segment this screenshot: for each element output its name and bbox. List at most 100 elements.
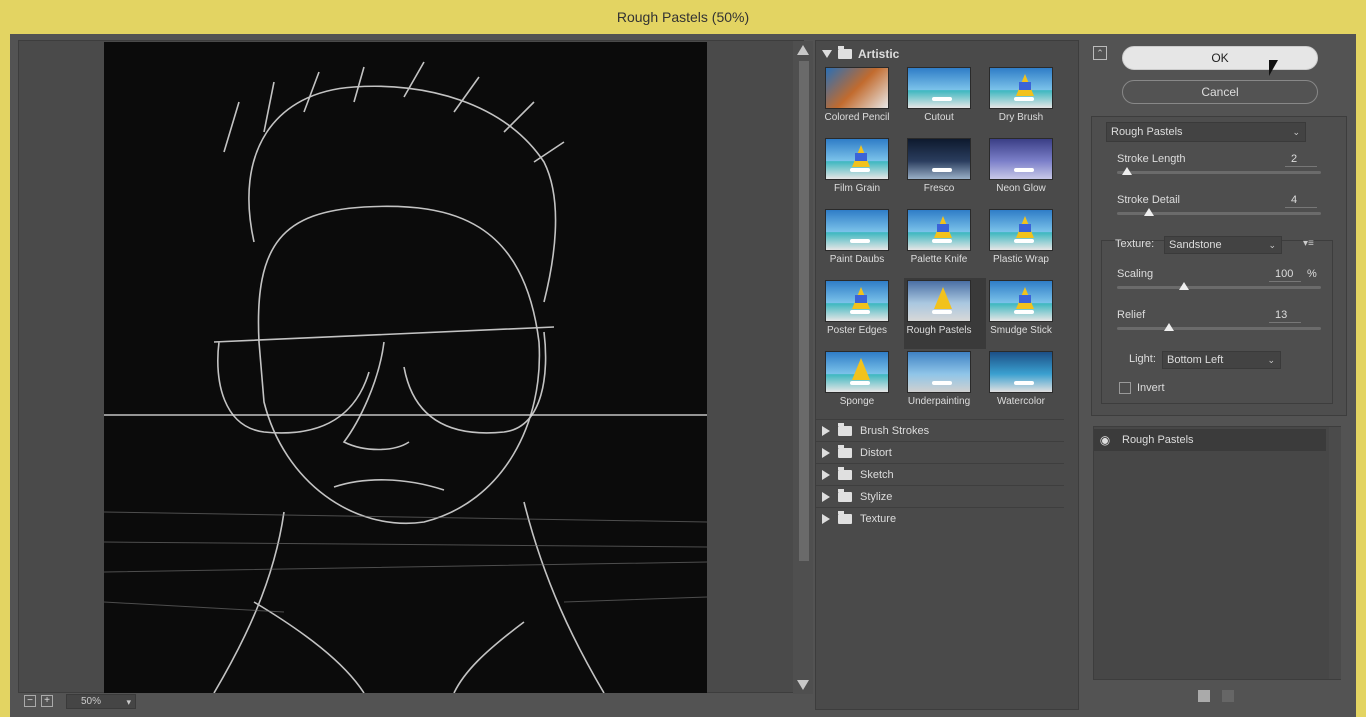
scaling-knob[interactable] — [1179, 282, 1189, 290]
filter-select[interactable]: Rough Pastels ⌄ — [1106, 122, 1306, 142]
filter-thumb-poster-edges[interactable]: Poster Edges — [822, 278, 904, 349]
sail — [1019, 82, 1031, 90]
cancel-button[interactable]: Cancel — [1122, 80, 1318, 104]
category-stylize[interactable]: Stylize — [816, 485, 1064, 507]
filter-thumb-plastic-wrap[interactable]: Plastic Wrap — [986, 207, 1068, 278]
filter-thumb-film-grain[interactable]: Film Grain — [822, 136, 904, 207]
stroke-length-knob[interactable] — [1122, 167, 1132, 175]
filter-thumb-neon-glow[interactable]: Neon Glow — [986, 136, 1068, 207]
category-label: Artistic — [858, 47, 900, 61]
new-effect-layer-icon[interactable] — [1198, 690, 1210, 702]
texture-value: Sandstone — [1169, 239, 1222, 251]
preview-scrollbar[interactable] — [793, 41, 813, 694]
expand-right-icon — [822, 425, 830, 436]
collapse-gallery-icon[interactable]: ⌃ — [1093, 46, 1107, 60]
filter-thumb-palette-knife[interactable]: Palette Knife — [904, 207, 986, 278]
thumb-label: Rough Pastels — [906, 325, 972, 336]
thumb-image — [907, 351, 971, 393]
stroke-length-label: Stroke Length — [1117, 153, 1186, 165]
sail — [1019, 295, 1031, 303]
thumb-image — [907, 280, 971, 322]
stroke-length-slider[interactable] — [1117, 171, 1321, 174]
filter-thumb-sponge[interactable]: Sponge — [822, 349, 904, 420]
category-distort[interactable]: Distort — [816, 441, 1064, 463]
stroke-detail-field[interactable]: 4 — [1285, 194, 1317, 208]
window-title: Rough Pastels (50%) — [616, 9, 750, 25]
stroke-length-field[interactable]: 2 — [1285, 153, 1317, 167]
category-artistic[interactable]: Artistic — [816, 45, 1064, 63]
thumb-label: Colored Pencil — [824, 112, 890, 123]
filter-thumb-colored-pencil[interactable]: Colored Pencil — [822, 65, 904, 136]
relief-knob[interactable] — [1164, 323, 1174, 331]
light-value: Bottom Left — [1167, 354, 1224, 366]
category-list: Brush Strokes Distort Sketch Stylize Tex… — [816, 419, 1064, 529]
category-sketch[interactable]: Sketch — [816, 463, 1064, 485]
ok-button[interactable]: OK — [1122, 46, 1318, 70]
hull — [1014, 97, 1034, 101]
effect-layer-row[interactable]: ◉ Rough Pastels — [1094, 429, 1326, 451]
zoom-in-button[interactable]: + — [41, 695, 53, 707]
chevron-down-icon: ⌄ — [1267, 355, 1275, 365]
scroll-up-icon[interactable] — [797, 45, 809, 55]
scaling-field[interactable]: 100 — [1269, 268, 1301, 282]
relief-field[interactable]: 13 — [1269, 309, 1301, 323]
hull — [1014, 381, 1034, 385]
scaling-slider[interactable] — [1117, 286, 1321, 289]
scroll-down-icon[interactable] — [797, 680, 809, 690]
thumb-label: Fresco — [923, 183, 955, 194]
scaling-label: Scaling — [1117, 268, 1154, 280]
filter-thumb-dry-brush[interactable]: Dry Brush — [986, 65, 1068, 136]
scroll-thumb[interactable] — [799, 61, 809, 561]
hull — [850, 310, 870, 314]
hull — [932, 310, 952, 314]
filter-thumb-cutout[interactable]: Cutout — [904, 65, 986, 136]
category-label: Distort — [860, 446, 892, 459]
filter-thumb-underpainting[interactable]: Underpainting — [904, 349, 986, 420]
rough-pastels-preview-image — [104, 42, 707, 693]
category-label: Texture — [860, 512, 897, 525]
zoom-out-button[interactable]: − — [24, 695, 36, 707]
mouse-cursor-icon — [1269, 60, 1278, 76]
thumb-label: Dry Brush — [998, 112, 1044, 123]
zoom-select[interactable]: 50% ▾ — [66, 693, 136, 709]
category-label: Sketch — [860, 468, 894, 481]
texture-select[interactable]: Sandstone ⌄ — [1164, 236, 1282, 254]
category-brush-strokes[interactable]: Brush Strokes — [816, 419, 1064, 441]
texture-menu-icon[interactable]: ▾≡ — [1303, 238, 1314, 249]
thumb-image — [825, 351, 889, 393]
preview-area[interactable] — [18, 40, 813, 694]
light-select[interactable]: Bottom Left ⌄ — [1162, 351, 1281, 369]
category-texture[interactable]: Texture — [816, 507, 1064, 529]
stroke-detail-knob[interactable] — [1144, 208, 1154, 216]
thumb-label: Underpainting — [907, 396, 971, 407]
folder-icon — [838, 488, 852, 502]
hull — [932, 239, 952, 243]
thumb-image — [825, 280, 889, 322]
folder-icon — [838, 510, 852, 524]
hull — [932, 168, 952, 172]
filter-thumb-paint-daubs[interactable]: Paint Daubs — [822, 207, 904, 278]
filter-thumb-watercolor[interactable]: Watercolor — [986, 349, 1068, 420]
stroke-detail-label: Stroke Detail — [1117, 194, 1180, 206]
thumb-image — [907, 67, 971, 109]
filter-thumb-rough-pastels[interactable]: Rough Pastels — [904, 278, 986, 349]
layer-buttons — [1198, 690, 1234, 702]
thumb-label: Film Grain — [833, 183, 881, 194]
category-label: Stylize — [860, 490, 893, 503]
visibility-eye-icon[interactable]: ◉ — [1094, 433, 1116, 447]
layers-scrollbar[interactable] — [1329, 427, 1341, 679]
thumb-image — [825, 209, 889, 251]
relief-slider[interactable] — [1117, 327, 1321, 330]
filter-thumb-fresco[interactable]: Fresco — [904, 136, 986, 207]
thumb-label: Poster Edges — [826, 325, 888, 336]
invert-checkbox[interactable] — [1119, 382, 1131, 394]
effect-layer-name: Rough Pastels — [1122, 434, 1194, 446]
filter-gallery: Artistic Colored Pencil Cutout Dry Brush… — [815, 40, 1079, 710]
thumb-image — [989, 351, 1053, 393]
delete-effect-layer-icon[interactable] — [1222, 690, 1234, 702]
thumb-label: Smudge Stick — [990, 325, 1052, 336]
hull — [1014, 239, 1034, 243]
category-label: Brush Strokes — [860, 424, 930, 437]
filter-thumb-smudge-stick[interactable]: Smudge Stick — [986, 278, 1068, 349]
thumb-label: Neon Glow — [996, 183, 1046, 194]
